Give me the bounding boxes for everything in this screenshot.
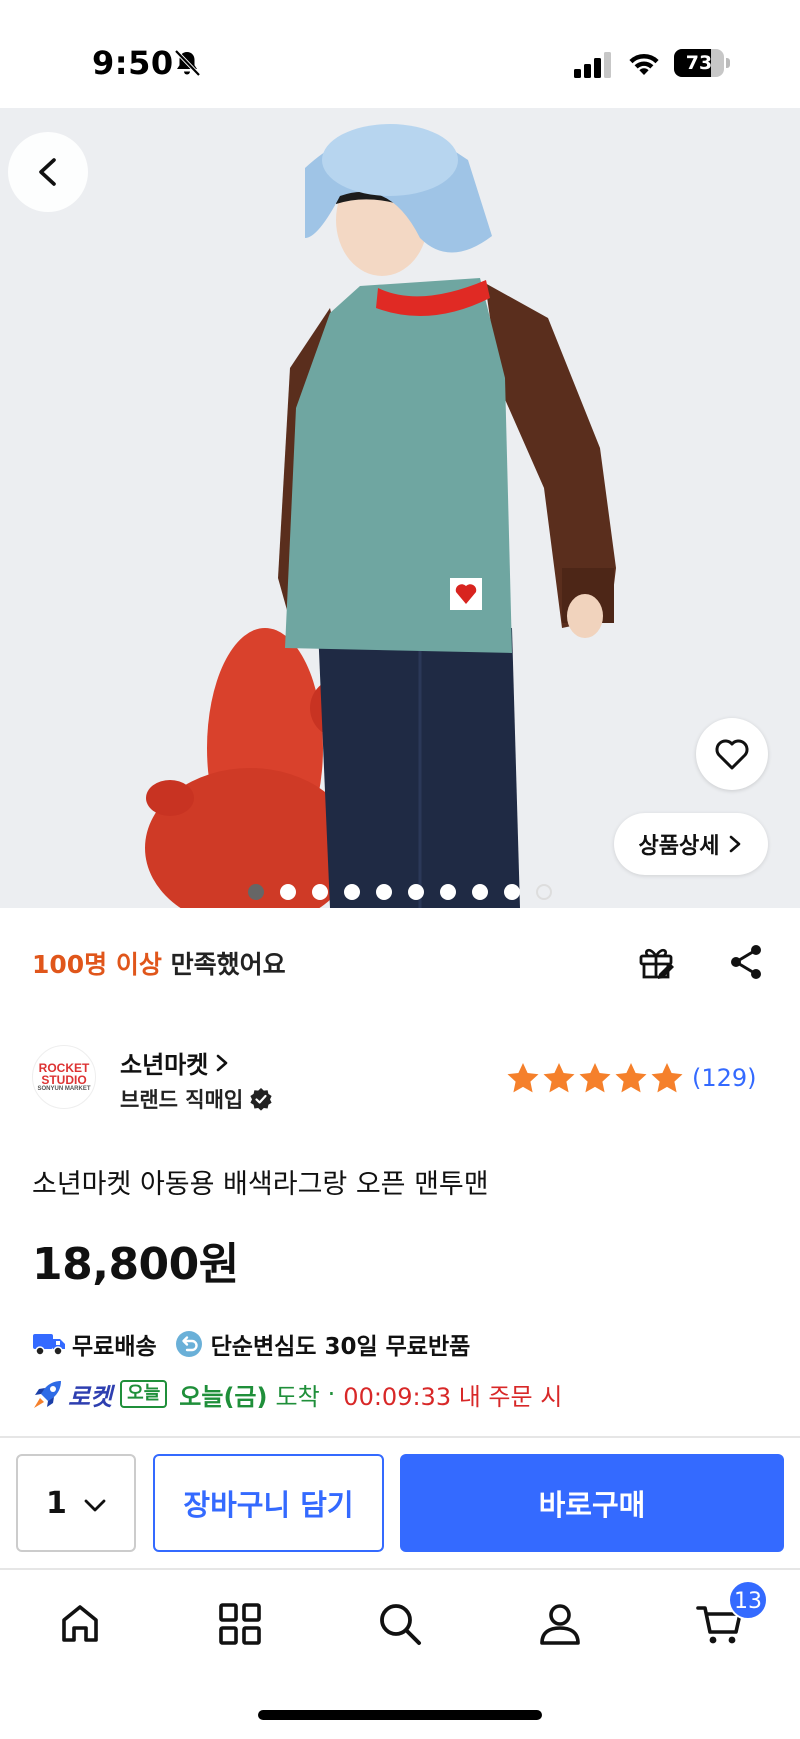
brand-sub-label: 브랜드 직매입 bbox=[120, 1088, 244, 1112]
heart-icon bbox=[715, 739, 749, 770]
add-to-cart-button[interactable]: 장바구니 담기 bbox=[153, 1454, 384, 1552]
my-account-icon[interactable] bbox=[536, 1600, 584, 1648]
quantity-value: 1 bbox=[46, 1485, 67, 1521]
cellular-signal-icon bbox=[574, 52, 611, 78]
back-button[interactable] bbox=[8, 132, 88, 212]
brand-logo-line-2: STUDIO bbox=[41, 1073, 87, 1087]
verified-badge-icon bbox=[250, 1088, 272, 1111]
rocket-icon bbox=[34, 1381, 61, 1408]
carousel-dot bbox=[504, 884, 520, 900]
today-badge: 오늘 bbox=[120, 1380, 168, 1408]
share-icon[interactable] bbox=[726, 942, 766, 982]
brand-sub: 브랜드 직매입 bbox=[120, 1084, 273, 1114]
return-icon bbox=[175, 1331, 202, 1357]
carousel-indicator bbox=[0, 884, 800, 902]
product-photo bbox=[0, 108, 800, 908]
carousel-dot bbox=[344, 884, 360, 900]
product-detail-button[interactable]: 상품상세 bbox=[614, 813, 768, 875]
brand-logo[interactable]: ROCKET STUDIO SONYUN MARKET bbox=[32, 1045, 96, 1109]
home-indicator bbox=[258, 1710, 542, 1720]
product-detail-label: 상품상세 bbox=[638, 834, 720, 859]
status-bar: 9:50 73 bbox=[0, 0, 800, 108]
wifi-icon bbox=[629, 53, 659, 75]
gift-icon[interactable] bbox=[636, 942, 676, 982]
chevron-left-icon bbox=[39, 158, 56, 186]
order-deadline: 00:09:33 내 주문 시 bbox=[343, 1382, 563, 1411]
product-price: 18,800원 bbox=[32, 1239, 239, 1290]
star-icon bbox=[615, 1063, 647, 1093]
arrival-day: 오늘(금) bbox=[179, 1382, 268, 1411]
satisfaction-rest: 만족했어요 bbox=[161, 950, 286, 979]
carousel-dot bbox=[280, 884, 296, 900]
arrival-text: 도착 bbox=[275, 1382, 320, 1411]
product-image-carousel[interactable]: 상품상세 bbox=[0, 108, 800, 908]
star-rating[interactable] bbox=[506, 1062, 684, 1094]
review-count[interactable]: (129) bbox=[692, 1064, 757, 1092]
brand-link[interactable]: 소년마켓 bbox=[120, 1045, 230, 1080]
bell-slash-icon bbox=[174, 49, 201, 77]
satisfaction-highlight: 100명 이상 bbox=[32, 950, 162, 979]
cart-count-badge: 13 bbox=[728, 1580, 768, 1620]
battery-percent: 73 bbox=[685, 52, 713, 74]
home-icon[interactable] bbox=[56, 1600, 104, 1648]
search-icon[interactable] bbox=[376, 1600, 424, 1648]
brand-logo-line-3: SONYUN MARKET bbox=[37, 1086, 91, 1092]
star-icon bbox=[543, 1063, 575, 1093]
carousel-dot bbox=[376, 884, 392, 900]
star-icon bbox=[579, 1063, 611, 1093]
satisfaction-text: 100명 이상 만족했어요 bbox=[32, 945, 286, 981]
divider bbox=[0, 1568, 800, 1570]
category-icon[interactable] bbox=[216, 1600, 264, 1648]
product-title: 소년마켓 아동용 배색라그랑 오픈 맨투맨 bbox=[32, 1169, 489, 1200]
truck-icon bbox=[33, 1334, 65, 1356]
free-return-text: 단순변심도 30일 무료반품 bbox=[210, 1334, 471, 1360]
chevron-down-icon bbox=[84, 1499, 106, 1512]
buy-now-button[interactable]: 바로구매 bbox=[400, 1454, 784, 1552]
free-shipping-text: 무료배송 bbox=[72, 1334, 157, 1360]
status-time: 9:50 bbox=[92, 44, 174, 82]
carousel-dot bbox=[312, 884, 328, 900]
star-icon bbox=[651, 1063, 683, 1093]
chevron-right-icon bbox=[730, 835, 741, 853]
star-icon bbox=[507, 1063, 539, 1093]
brand-name: 소년마켓 bbox=[120, 1051, 209, 1079]
wishlist-button[interactable] bbox=[696, 718, 768, 790]
carousel-dot bbox=[440, 884, 456, 900]
carousel-dot bbox=[536, 884, 552, 900]
rocket-label: 로켓 bbox=[68, 1382, 113, 1411]
carousel-dot bbox=[408, 884, 424, 900]
chevron-right-icon bbox=[217, 1054, 228, 1071]
separator-dot: · bbox=[327, 1380, 336, 1408]
quantity-select[interactable]: 1 bbox=[16, 1454, 136, 1552]
carousel-dot bbox=[472, 884, 488, 900]
rocket-delivery-info: 로켓 오늘 오늘(금) 도착 · 00:09:33 내 주문 시 bbox=[32, 1376, 562, 1412]
battery-indicator: 73 bbox=[674, 49, 730, 77]
divider bbox=[0, 1436, 800, 1438]
shipping-info: 무료배송 단순변심도 30일 무료반품 bbox=[32, 1326, 470, 1362]
carousel-dot bbox=[248, 884, 264, 900]
